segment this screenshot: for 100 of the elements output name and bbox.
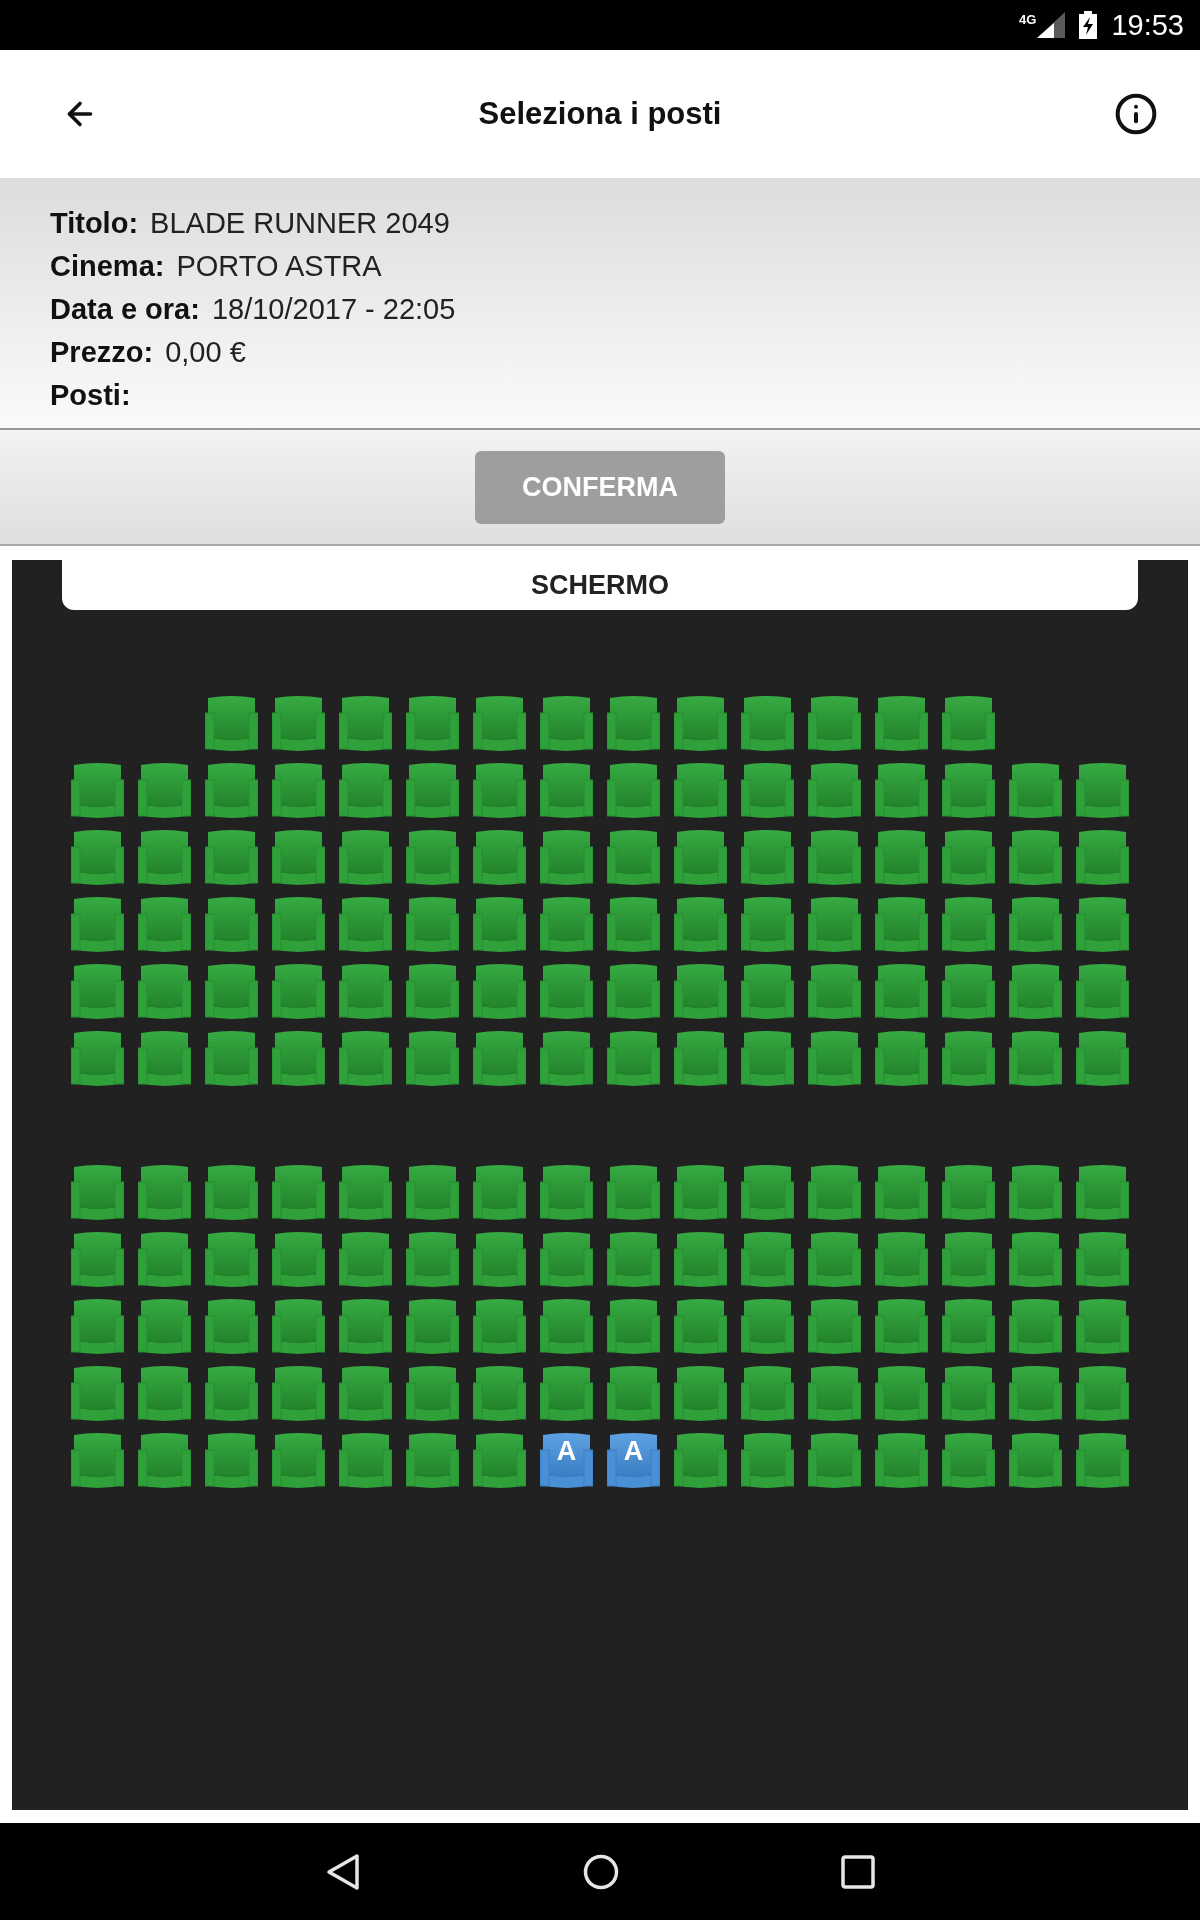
seat[interactable] [540, 1164, 593, 1221]
seat[interactable] [808, 896, 861, 953]
seat[interactable] [607, 1365, 660, 1422]
seat[interactable] [339, 829, 392, 886]
home-nav-button[interactable] [583, 1853, 619, 1890]
seat[interactable] [272, 963, 325, 1020]
seat[interactable] [71, 963, 124, 1020]
seat[interactable] [808, 1030, 861, 1087]
seat[interactable] [607, 762, 660, 819]
seat[interactable] [875, 896, 928, 953]
seat[interactable] [339, 1365, 392, 1422]
seat[interactable] [473, 695, 526, 752]
seat[interactable] [406, 1231, 459, 1288]
seat[interactable] [473, 1164, 526, 1221]
seat[interactable] [1076, 1030, 1129, 1087]
seat[interactable] [406, 829, 459, 886]
seat[interactable] [339, 762, 392, 819]
seat[interactable] [942, 1164, 995, 1221]
seat[interactable] [674, 896, 727, 953]
seat[interactable] [741, 896, 794, 953]
seat[interactable] [808, 829, 861, 886]
seat[interactable] [71, 1164, 124, 1221]
seat[interactable] [674, 1231, 727, 1288]
seat[interactable] [808, 1365, 861, 1422]
seat[interactable] [406, 762, 459, 819]
info-button[interactable] [1114, 92, 1158, 136]
seat[interactable] [1076, 1231, 1129, 1288]
seat[interactable] [808, 762, 861, 819]
seat[interactable] [473, 1231, 526, 1288]
seat[interactable] [607, 1164, 660, 1221]
seat[interactable] [205, 1030, 258, 1087]
seat[interactable] [138, 762, 191, 819]
seat[interactable] [205, 1231, 258, 1288]
seat[interactable] [808, 695, 861, 752]
seat[interactable] [607, 1231, 660, 1288]
seat[interactable] [1076, 1365, 1129, 1422]
seat[interactable] [1076, 896, 1129, 953]
seat[interactable] [875, 829, 928, 886]
seat[interactable] [741, 1030, 794, 1087]
seat[interactable] [875, 1030, 928, 1087]
seat[interactable] [138, 1231, 191, 1288]
seat[interactable] [71, 1365, 124, 1422]
seat[interactable] [674, 695, 727, 752]
seat[interactable] [942, 896, 995, 953]
seat[interactable] [607, 1298, 660, 1355]
seat[interactable] [272, 896, 325, 953]
seat[interactable] [1009, 1030, 1062, 1087]
seat[interactable] [942, 1432, 995, 1489]
seat[interactable] [741, 1164, 794, 1221]
seat[interactable] [942, 1298, 995, 1355]
seat[interactable] [674, 963, 727, 1020]
seat[interactable] [607, 1030, 660, 1087]
seat[interactable] [71, 1030, 124, 1087]
seat[interactable] [741, 1298, 794, 1355]
seat[interactable] [674, 1164, 727, 1221]
seat[interactable] [71, 829, 124, 886]
seat[interactable] [272, 1030, 325, 1087]
seat[interactable] [339, 896, 392, 953]
seat[interactable] [875, 695, 928, 752]
seat[interactable] [942, 963, 995, 1020]
seat[interactable] [473, 1298, 526, 1355]
seat[interactable] [1009, 1164, 1062, 1221]
seat[interactable] [406, 896, 459, 953]
seat[interactable] [540, 896, 593, 953]
seat[interactable] [138, 1365, 191, 1422]
seat[interactable] [205, 695, 258, 752]
seat[interactable] [205, 896, 258, 953]
seat[interactable] [473, 896, 526, 953]
seat[interactable] [607, 963, 660, 1020]
seat[interactable] [71, 1298, 124, 1355]
seat[interactable] [339, 1231, 392, 1288]
seat[interactable] [272, 1164, 325, 1221]
seat[interactable] [1076, 1432, 1129, 1489]
seat[interactable] [205, 762, 258, 819]
seat[interactable] [875, 1231, 928, 1288]
seat[interactable] [540, 695, 593, 752]
seat[interactable] [473, 1432, 526, 1489]
seat[interactable] [674, 1030, 727, 1087]
seat[interactable] [875, 963, 928, 1020]
seat[interactable] [674, 762, 727, 819]
seat[interactable] [138, 1432, 191, 1489]
seat[interactable] [942, 695, 995, 752]
seat[interactable] [473, 1365, 526, 1422]
seat[interactable] [406, 1030, 459, 1087]
seat[interactable] [473, 1030, 526, 1087]
seat[interactable] [741, 1365, 794, 1422]
seat[interactable] [205, 1298, 258, 1355]
seat[interactable] [473, 963, 526, 1020]
seat[interactable] [205, 1164, 258, 1221]
seat[interactable] [473, 829, 526, 886]
seat[interactable] [808, 1164, 861, 1221]
seat[interactable] [71, 896, 124, 953]
seat[interactable] [272, 1231, 325, 1288]
seat[interactable] [339, 1164, 392, 1221]
seat[interactable] [808, 963, 861, 1020]
seat[interactable] [741, 1432, 794, 1489]
seat[interactable] [1009, 829, 1062, 886]
recents-nav-button[interactable] [841, 1854, 875, 1889]
seat[interactable] [741, 762, 794, 819]
seat[interactable] [942, 1030, 995, 1087]
